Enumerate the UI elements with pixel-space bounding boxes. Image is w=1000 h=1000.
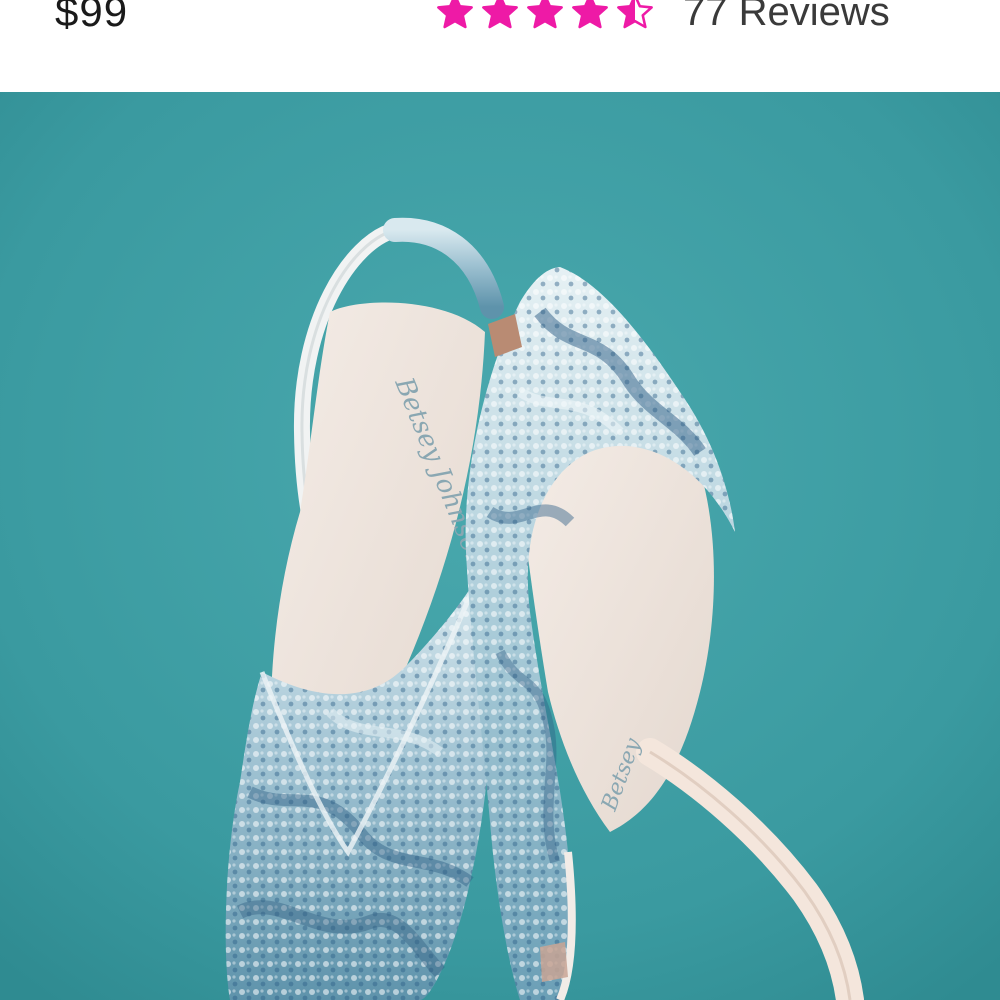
reviews-link[interactable]: 77 Reviews [683, 0, 890, 38]
star-rating [436, 0, 661, 38]
product-image[interactable]: Betsey Johnson Betsey [0, 92, 1000, 1000]
product-price: $99 [55, 0, 129, 35]
star-full-icon [527, 0, 563, 29]
star-full-icon [482, 0, 518, 29]
shoe-photo: Betsey Johnson Betsey [0, 92, 1000, 1000]
star-half-icon [617, 0, 653, 29]
product-page: $99 77 Reviews Betsey Johnson Betsey [0, 0, 1000, 1000]
star-full-icon [437, 0, 473, 29]
product-info-bar: $99 77 Reviews [0, 0, 1000, 92]
star-full-icon [572, 0, 608, 29]
rating-summary[interactable]: 77 Reviews [436, 0, 890, 38]
